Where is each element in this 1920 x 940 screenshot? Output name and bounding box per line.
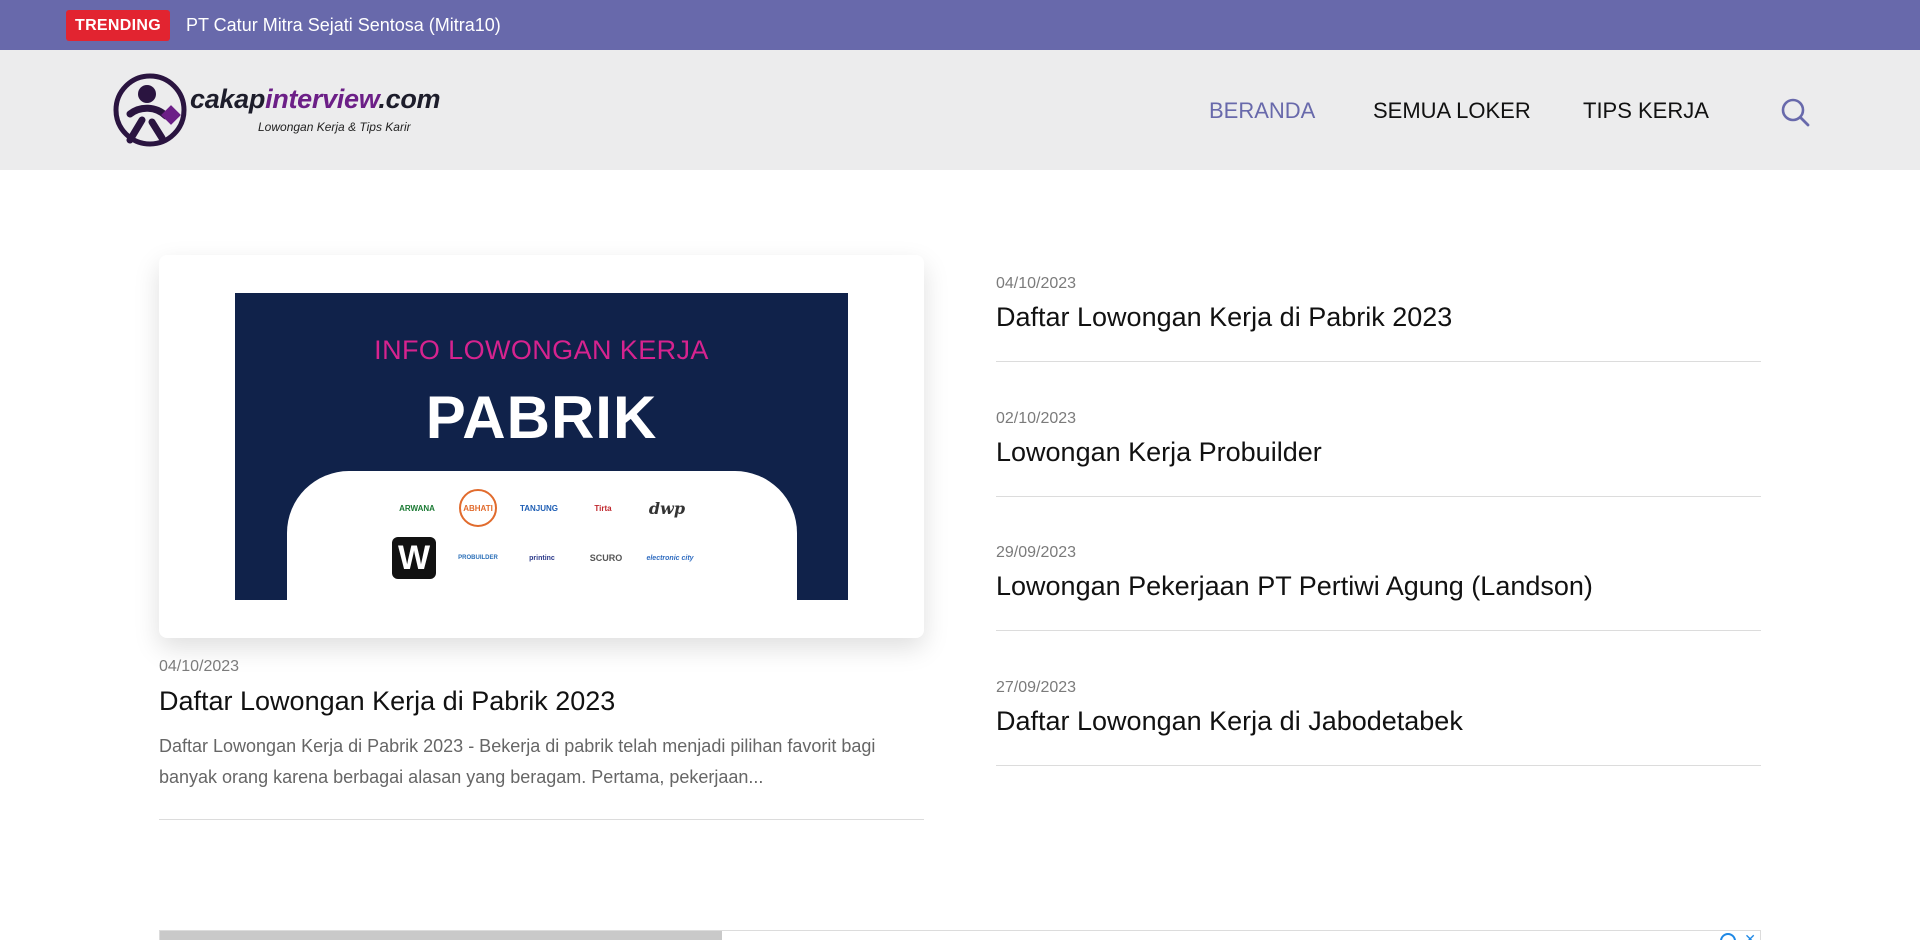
company-logo: SCURO [589, 553, 623, 563]
post-date: 04/10/2023 [996, 275, 1077, 292]
trending-badge: TRENDING [66, 10, 170, 41]
company-logo-row: W PROBUILDER printinc SCURO electronic c… [287, 537, 797, 579]
logo-name-part1: cakap [190, 84, 266, 114]
company-logo: PROBUILDER [458, 555, 498, 561]
post-divider [996, 765, 1761, 766]
company-logo: printinc [529, 554, 555, 562]
logo-name-part3: .com [378, 84, 441, 114]
nav-tips-kerja[interactable]: TIPS KERJA [1583, 98, 1709, 124]
image-kicker: INFO LOWONGAN KERJA [374, 335, 709, 365]
search-button[interactable] [1779, 96, 1811, 128]
site-header: cakapinterview.com Lowongan Kerja & Tips… [0, 50, 1920, 170]
post-divider [996, 361, 1761, 362]
company-logo-row: ARWANA ABHATI TANJUNG Tirta dwp [287, 489, 797, 527]
nav-beranda[interactable]: BERANDA [1209, 98, 1315, 124]
logo-wordmark: cakapinterview.com [190, 84, 441, 115]
logo-mark-icon [113, 73, 187, 147]
company-logo: ARWANA [399, 503, 435, 513]
image-title: PABRIK [425, 384, 658, 451]
featured-post-excerpt: Daftar Lowongan Kerja di Pabrik 2023 - B… [159, 736, 876, 787]
featured-post-image: INFO LOWONGAN KERJA PABRIK ARWANA ABHATI… [235, 293, 848, 600]
site-logo[interactable]: cakapinterview.com Lowongan Kerja & Tips… [112, 70, 441, 150]
search-icon [1781, 98, 1810, 127]
company-logo: ABHATI [459, 489, 497, 527]
company-logo: TANJUNG [519, 503, 559, 513]
company-logo: electronic city [646, 554, 694, 562]
post-title-link[interactable]: Daftar Lowongan Kerja di Pabrik 2023 [996, 302, 1452, 333]
post-date: 27/09/2023 [996, 679, 1077, 696]
logo-name-part2: interview [265, 84, 379, 114]
featured-post-card[interactable]: INFO LOWONGAN KERJA PABRIK ARWANA ABHATI… [159, 255, 924, 638]
featured-divider [159, 819, 924, 820]
company-logo: Tirta [594, 503, 612, 513]
image-logo-panel: ARWANA ABHATI TANJUNG Tirta dwp W PROBUI… [287, 471, 797, 600]
trending-headline-link[interactable]: PT Catur Mitra Sejati Sentosa (Mitra10) [186, 14, 501, 36]
ad-close-icon[interactable]: ✕ [1744, 931, 1756, 940]
trending-bar: TRENDING PT Catur Mitra Sejati Sentosa (… [0, 0, 1920, 50]
featured-post-title[interactable]: Daftar Lowongan Kerja di Pabrik 2023 [159, 686, 615, 717]
ad-image [160, 931, 722, 940]
ad-banner[interactable]: ✕ [159, 930, 1761, 940]
post-title-link[interactable]: Lowongan Pekerjaan PT Pertiwi Agung (Lan… [996, 571, 1593, 602]
post-title-link[interactable]: Lowongan Kerja Probuilder [996, 437, 1322, 468]
logo-tagline: Lowongan Kerja & Tips Karir [258, 120, 411, 134]
post-divider [996, 630, 1761, 631]
company-logo: W [392, 537, 436, 579]
featured-post-date: 04/10/2023 [159, 658, 240, 675]
nav-semua-loker[interactable]: SEMUA LOKER [1373, 98, 1531, 124]
post-title-link[interactable]: Daftar Lowongan Kerja di Jabodetabek [996, 706, 1463, 737]
company-logo: dwp [648, 498, 686, 518]
post-date: 02/10/2023 [996, 410, 1077, 427]
post-date: 29/09/2023 [996, 544, 1077, 561]
post-divider [996, 496, 1761, 497]
adchoices-icon[interactable] [1720, 933, 1736, 940]
